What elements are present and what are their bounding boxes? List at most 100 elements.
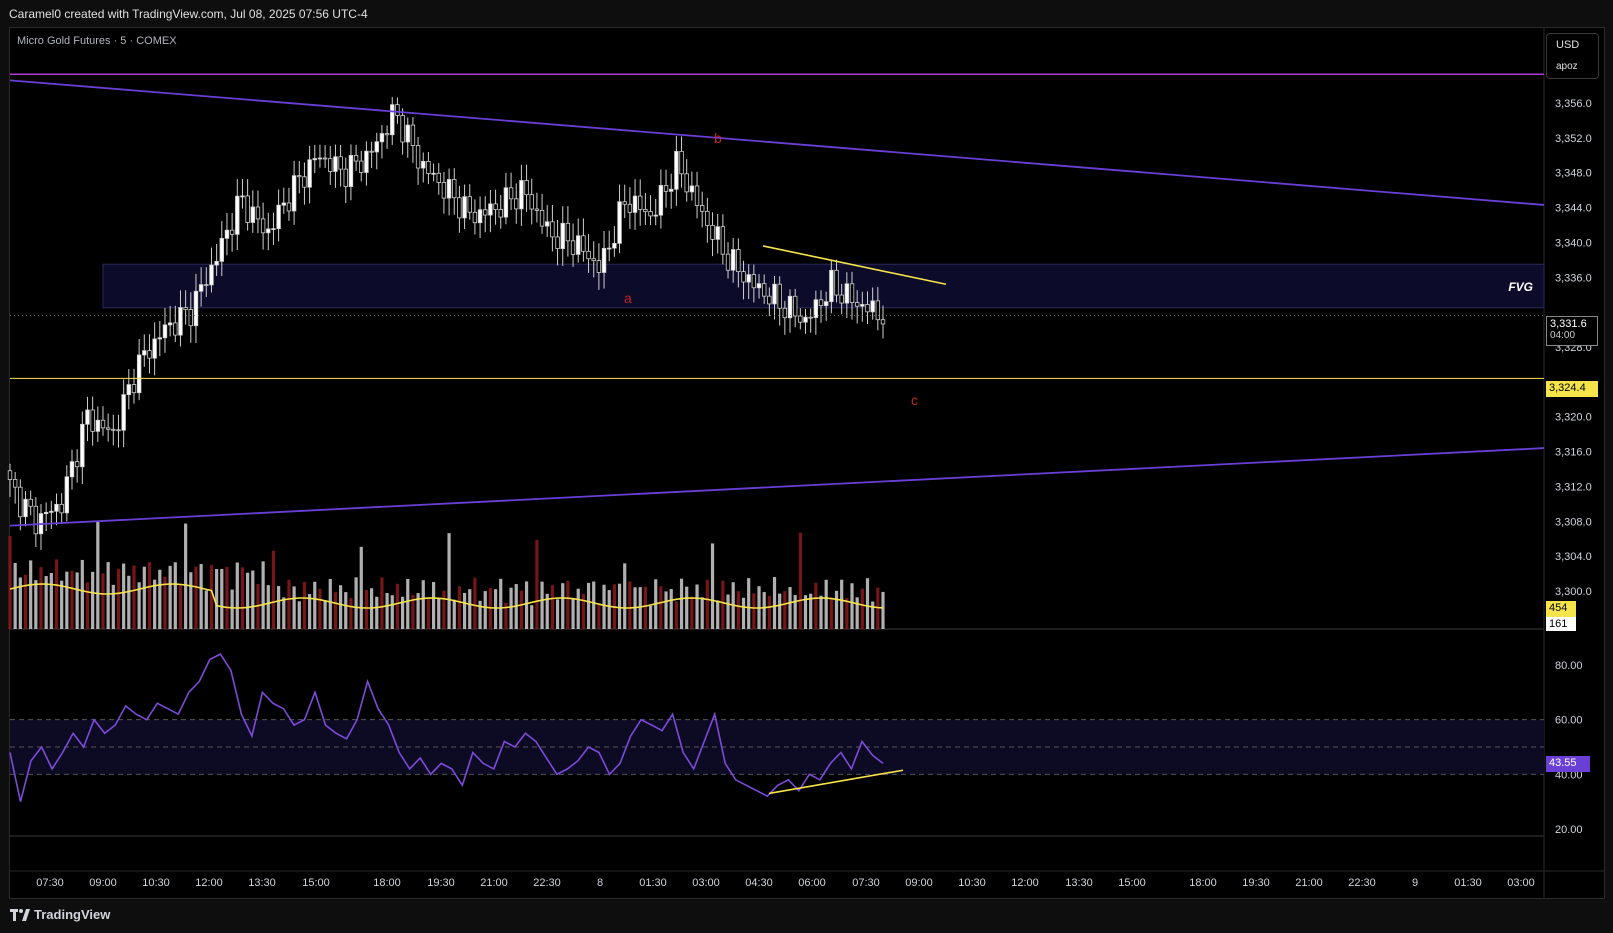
volume-bar: [581, 594, 585, 629]
candle-body: [286, 202, 292, 212]
candle-body: [80, 423, 85, 468]
candle-body: [710, 224, 715, 240]
candle-body: [224, 229, 230, 239]
candle-body: [730, 249, 736, 271]
candle-body: [782, 307, 788, 319]
candle-body: [229, 229, 235, 235]
candle-body: [446, 179, 452, 199]
volume-bar: [716, 600, 720, 629]
candle-body: [131, 384, 137, 394]
candle-body: [90, 409, 95, 432]
candle-body: [741, 271, 746, 283]
time-axis-label: 01:30: [639, 877, 667, 889]
candle-body: [322, 157, 328, 160]
candle-body: [271, 228, 276, 231]
volume-bar: [628, 581, 632, 629]
candle-body: [720, 226, 726, 255]
volume-bar: [473, 577, 477, 629]
volume-bar: [349, 598, 353, 629]
volume-bar: [571, 598, 575, 629]
volume-bar: [60, 580, 64, 629]
volume-bar: [457, 586, 462, 629]
volume-bar: [292, 586, 296, 629]
candle-body: [477, 209, 483, 224]
volume-bar: [96, 521, 100, 629]
price-axis-label: 3,312.0: [1555, 481, 1592, 493]
candle-body: [669, 188, 674, 192]
rsi-badge: 43.55: [1546, 756, 1590, 772]
volume-bar: [736, 591, 740, 629]
volume-bar: [251, 570, 255, 629]
candle-body: [829, 269, 834, 303]
candle-body: [95, 419, 101, 432]
volume-bar: [297, 601, 301, 629]
volume-bar: [132, 565, 136, 629]
chart-canvas[interactable]: FVG 3,356.0 3,352.0 3,348.0 3,344.0 3,340.0 3…: [0, 0, 1613, 933]
volume-bar: [865, 578, 870, 629]
candle-body: [74, 461, 80, 468]
candle-body: [653, 214, 658, 217]
candle-body: [813, 299, 819, 318]
volume-bar: [871, 601, 875, 629]
symbol-legend[interactable]: Micro Gold Futures · 5 · COMEX: [17, 35, 177, 47]
candle-body: [353, 155, 359, 162]
volume-bar: [623, 563, 627, 629]
candle-body: [328, 158, 333, 172]
lower-channel-line: [9, 447, 1545, 527]
tradingview-logo[interactable]: TradingView: [10, 907, 110, 922]
candle-body: [462, 196, 467, 219]
candle-body: [147, 350, 152, 359]
time-axis-label: 15:00: [1118, 877, 1146, 889]
volume-bar: [530, 605, 534, 629]
volume-bar: [664, 591, 668, 629]
candle-body: [570, 240, 576, 255]
candle-body: [364, 150, 369, 173]
volume-bar: [798, 532, 802, 629]
volume-bar: [845, 597, 849, 629]
candle-body: [622, 201, 627, 205]
candle-body: [483, 209, 488, 216]
candle-body: [338, 156, 343, 170]
volume-bar: [462, 592, 467, 629]
volume-bar: [406, 578, 410, 629]
currency-selector[interactable]: USD apoz: [1546, 33, 1599, 79]
candle-body: [694, 185, 700, 206]
volume-bar: [726, 594, 730, 629]
volume-bar: [483, 591, 487, 629]
volume-bar: [34, 580, 38, 629]
candle-body: [291, 175, 297, 212]
brand-name: TradingView: [34, 907, 111, 922]
volume-bar: [168, 565, 172, 629]
volume-bar: [721, 580, 725, 629]
volume-bar: [189, 572, 193, 629]
candle-body: [808, 316, 813, 319]
volume-bar: [23, 574, 28, 629]
price-axis-label: 3,320.0: [1555, 412, 1592, 424]
candle-body: [689, 185, 695, 193]
volume-bar: [468, 589, 472, 629]
price-axis-label: 3,344.0: [1555, 203, 1592, 215]
volume-bar: [762, 592, 766, 629]
volume-bar: [344, 592, 348, 629]
volume-bar: [648, 605, 653, 629]
volume-bar: [710, 543, 715, 629]
volume-bar: [354, 577, 358, 629]
volume-bar: [54, 559, 59, 629]
candle-body: [787, 295, 793, 319]
candle-body: [601, 247, 607, 273]
volume-bar: [592, 581, 596, 629]
candle-body: [188, 309, 193, 327]
candle-body: [488, 203, 493, 216]
time-axis-label: 19:30: [1242, 877, 1270, 889]
volume-bar: [426, 598, 431, 629]
candle-body: [7, 470, 13, 480]
price-axis-label: 3,356.0: [1555, 98, 1592, 110]
volume-bar: [783, 591, 787, 629]
volume-bar: [597, 603, 601, 629]
volume-bar: [638, 587, 642, 629]
candle-body: [250, 206, 255, 223]
candle-body: [100, 419, 106, 429]
volume-bar: [421, 580, 425, 629]
candle-body: [405, 124, 410, 143]
candle-body: [343, 168, 348, 187]
